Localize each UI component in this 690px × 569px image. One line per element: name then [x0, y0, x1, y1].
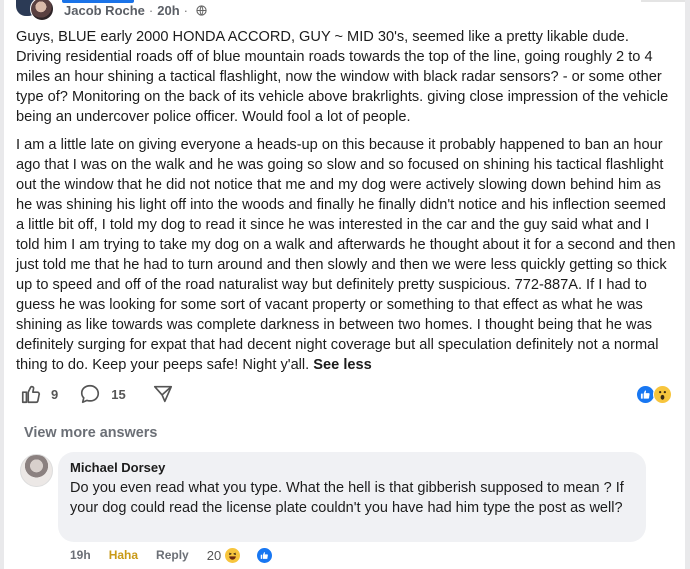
post-paragraph-text: I am a little late on giving everyone a … — [16, 137, 676, 373]
separator: · — [148, 2, 154, 18]
like-count: 9 — [51, 386, 59, 402]
post-header: Jacob Roche · 20h · — [16, 0, 207, 21]
post-body: Guys, BLUE early 2000 HONDA ACCORD, GUY … — [16, 27, 676, 383]
like-button[interactable]: 9 — [20, 383, 58, 405]
comment-bubble-icon — [81, 384, 100, 404]
commenter-name[interactable]: Michael Dorsey — [70, 460, 165, 475]
haha-reaction-button[interactable]: Haha — [109, 548, 138, 562]
comment-text: Do you even read what you type. What the… — [70, 480, 624, 516]
see-less-link[interactable]: See less — [313, 357, 371, 373]
comment-reaction-summary[interactable]: 20 — [206, 546, 291, 564]
commenter-avatar[interactable] — [20, 454, 53, 487]
reaction-summary[interactable] — [636, 385, 672, 404]
post-author[interactable]: Jacob Roche — [64, 3, 145, 18]
author-avatar[interactable] — [16, 0, 58, 21]
post-card: Jacob Roche · 20h · Guys, BLUE early 200… — [4, 0, 685, 569]
top-divider — [641, 0, 685, 2]
avatar-front — [30, 0, 54, 21]
comment-time[interactable]: 19h — [70, 548, 91, 562]
comment-bubble: Michael Dorsey Do you even read what you… — [58, 452, 646, 542]
haha-reaction-icon — [224, 546, 242, 564]
post-paragraph: I am a little late on giving everyone a … — [16, 135, 676, 375]
view-more-answers-link[interactable]: View more answers — [24, 425, 157, 441]
thumbs-up-icon — [21, 385, 41, 404]
reply-button[interactable]: Reply — [156, 548, 189, 562]
post-paragraph: Guys, BLUE early 2000 HONDA ACCORD, GUY … — [16, 29, 669, 125]
comment-reaction-count: 20 — [206, 547, 222, 563]
comment-count: 15 — [111, 386, 126, 402]
like-reaction-icon — [256, 546, 274, 564]
post-time[interactable]: 20h — [157, 3, 179, 18]
post-actions: 9 15 — [20, 382, 174, 406]
share-button[interactable] — [152, 383, 174, 405]
separator: · — [183, 2, 189, 18]
comment-button[interactable]: 15 — [78, 383, 126, 405]
share-icon — [153, 385, 172, 403]
comment-meta: 19h Haha Reply 20 — [70, 546, 291, 564]
globe-icon — [196, 4, 207, 16]
wow-reaction-icon — [653, 385, 672, 404]
